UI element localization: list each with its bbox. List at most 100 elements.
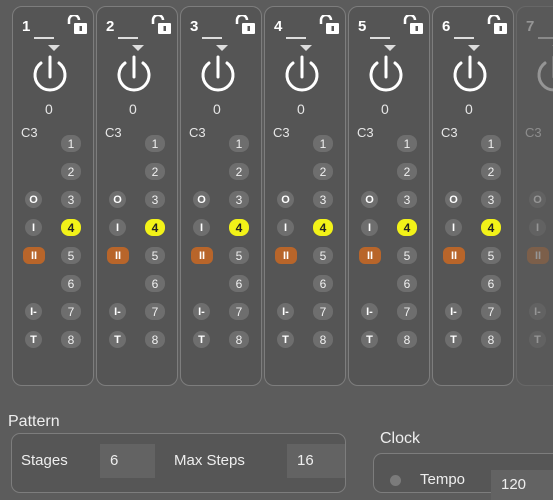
pitch-knob[interactable] [31,51,69,95]
play-mode-button[interactable]: O [25,191,42,208]
play-mode-button[interactable]: II [359,247,381,264]
step-button[interactable]: 3 [481,191,501,208]
step-button[interactable]: 7 [481,303,501,320]
step-button[interactable]: 7 [397,303,417,320]
step-button[interactable]: 8 [481,331,501,348]
step-button[interactable]: 7 [145,303,165,320]
play-mode-button[interactable]: T [109,331,126,348]
step-button[interactable]: 3 [229,191,249,208]
play-mode-button[interactable]: I [361,219,378,236]
step-button[interactable]: 3 [145,191,165,208]
pitch-knob[interactable] [535,51,553,95]
step-button[interactable]: 3 [397,191,417,208]
play-mode-button[interactable]: I- [445,303,462,320]
step-button[interactable]: 4 [481,219,501,236]
play-mode-button[interactable]: T [25,331,42,348]
step-button[interactable]: 8 [229,331,249,348]
step-button[interactable]: 2 [229,163,249,180]
step-button[interactable]: 4 [313,219,333,236]
step-button[interactable]: 8 [313,331,333,348]
step-button[interactable]: 2 [61,163,81,180]
step-button[interactable]: 2 [397,163,417,180]
play-mode-button[interactable]: T [277,331,294,348]
play-mode-button[interactable]: T [193,331,210,348]
play-mode-button[interactable]: O [277,191,294,208]
play-mode-button[interactable]: II [23,247,45,264]
step-button[interactable]: 1 [61,135,81,152]
play-mode-button[interactable]: I [529,219,546,236]
step-button[interactable]: 2 [145,163,165,180]
step-button[interactable]: 5 [145,247,165,264]
play-mode-button[interactable]: II [275,247,297,264]
step-button[interactable]: 7 [229,303,249,320]
step-button[interactable]: 6 [313,275,333,292]
step-button[interactable]: 4 [397,219,417,236]
unlock-icon[interactable] [319,15,341,35]
pitch-knob[interactable] [451,51,489,95]
step-button[interactable]: 7 [61,303,81,320]
unlock-icon[interactable] [151,15,173,35]
pitch-knob[interactable] [115,51,153,95]
step-button[interactable]: 6 [397,275,417,292]
play-mode-button[interactable]: II [191,247,213,264]
step-button[interactable]: 8 [61,331,81,348]
step-button[interactable]: 3 [61,191,81,208]
step-button[interactable]: 5 [397,247,417,264]
play-mode-button[interactable]: I [277,219,294,236]
play-mode-button[interactable]: I- [529,303,546,320]
step-button[interactable]: 5 [313,247,333,264]
play-mode-button[interactable]: I- [25,303,42,320]
step-button[interactable]: 1 [229,135,249,152]
tempo-radio[interactable] [390,475,401,486]
play-mode-button[interactable]: T [445,331,462,348]
play-mode-button[interactable]: T [529,331,546,348]
unlock-icon[interactable] [403,15,425,35]
play-mode-button[interactable]: II [107,247,129,264]
play-mode-button[interactable]: O [529,191,546,208]
step-button[interactable]: 2 [481,163,501,180]
play-mode-button[interactable]: O [193,191,210,208]
play-mode-button[interactable]: I- [361,303,378,320]
unlock-icon[interactable] [235,15,257,35]
step-button[interactable]: 5 [229,247,249,264]
play-mode-button[interactable]: O [445,191,462,208]
pitch-knob[interactable] [367,51,405,95]
play-mode-button[interactable]: I- [277,303,294,320]
step-button[interactable]: 8 [145,331,165,348]
step-button[interactable]: 1 [313,135,333,152]
step-button[interactable]: 6 [481,275,501,292]
stages-field[interactable]: 6 [100,444,155,478]
play-mode-button[interactable]: I [109,219,126,236]
step-button[interactable]: 6 [229,275,249,292]
step-button[interactable]: 1 [397,135,417,152]
step-button[interactable]: 1 [145,135,165,152]
play-mode-button[interactable]: I [25,219,42,236]
play-mode-button[interactable]: I [193,219,210,236]
tempo-field[interactable]: 120 [491,470,553,500]
step-button[interactable]: 7 [313,303,333,320]
step-button[interactable]: 4 [229,219,249,236]
pitch-knob[interactable] [199,51,237,95]
play-mode-button[interactable]: T [361,331,378,348]
unlock-icon[interactable] [487,15,509,35]
step-button[interactable]: 3 [313,191,333,208]
step-button[interactable]: 5 [61,247,81,264]
play-mode-button[interactable]: I- [109,303,126,320]
step-button[interactable]: 1 [481,135,501,152]
play-mode-button[interactable]: O [361,191,378,208]
step-button[interactable]: 4 [145,219,165,236]
step-button[interactable]: 2 [313,163,333,180]
play-mode-button[interactable]: O [109,191,126,208]
play-mode-button[interactable]: II [527,247,549,264]
pitch-knob[interactable] [283,51,321,95]
step-button[interactable]: 6 [145,275,165,292]
play-mode-button[interactable]: I [445,219,462,236]
step-button[interactable]: 5 [481,247,501,264]
play-mode-button[interactable]: I- [193,303,210,320]
unlock-icon[interactable] [67,15,89,35]
step-button[interactable]: 8 [397,331,417,348]
play-mode-button[interactable]: II [443,247,465,264]
step-button[interactable]: 4 [61,219,81,236]
step-button[interactable]: 6 [61,275,81,292]
max-steps-field[interactable]: 16 [287,444,345,478]
